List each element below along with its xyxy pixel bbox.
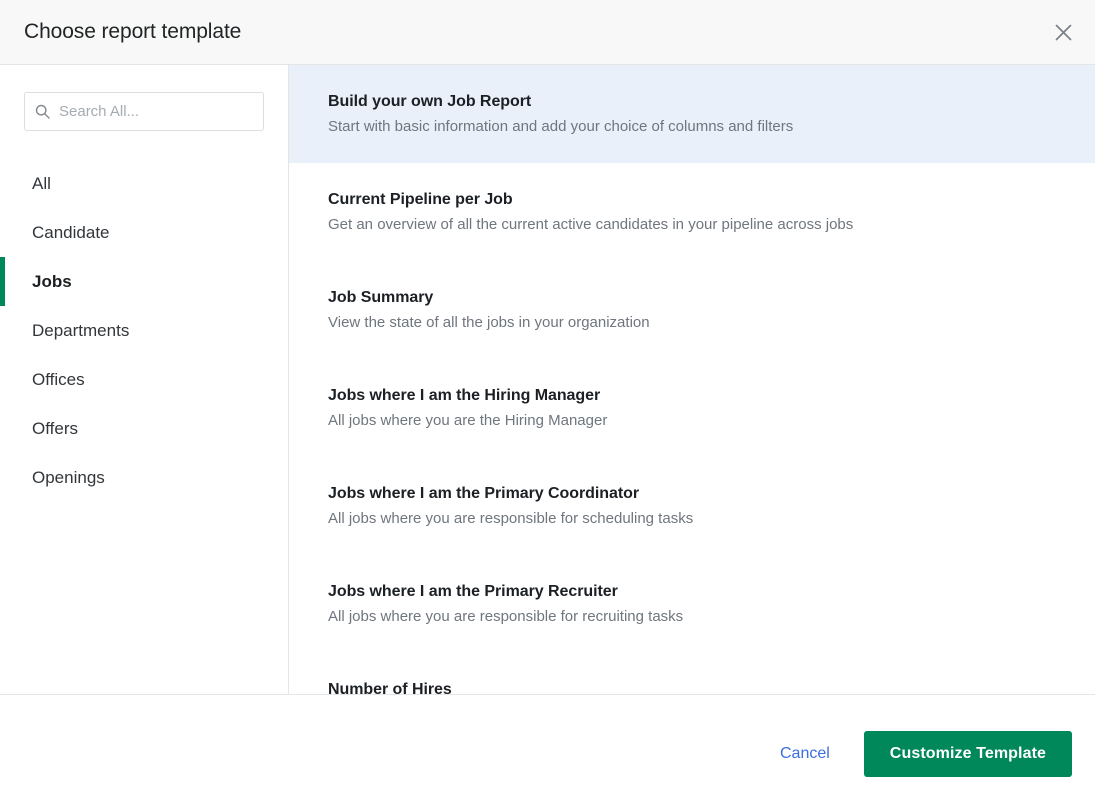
template-name: Build your own Job Report (328, 93, 532, 110)
template-description: Start with basic information and add you… (328, 118, 794, 135)
sidebar-item-label: Openings (32, 467, 105, 487)
template-name: Jobs where I am the Primary Coordinator (328, 485, 640, 502)
sidebar-item-jobs[interactable]: Jobs (0, 257, 288, 306)
cancel-button[interactable]: Cancel (766, 735, 844, 773)
template-description: Get an overview of all the current activ… (328, 216, 854, 233)
template-list-item[interactable]: Jobs where I am the Primary Coordinator … (289, 457, 1095, 555)
page-title: Choose report template (24, 20, 242, 43)
template-name: Number of Hires (328, 681, 452, 694)
search-field[interactable] (24, 92, 264, 131)
sidebar-item-label: Departments (32, 320, 130, 340)
search-icon (35, 104, 50, 119)
sidebar-item-all[interactable]: All (0, 159, 288, 208)
sidebar-item-candidate[interactable]: Candidate (0, 208, 288, 257)
dialog-header: Choose report template (0, 0, 1095, 65)
sidebar-item-offers[interactable]: Offers (0, 404, 288, 453)
sidebar-nav: All Candidate Jobs Departments Offices O… (0, 159, 288, 502)
template-list-item[interactable]: Jobs where I am the Hiring Manager All j… (289, 359, 1095, 457)
template-description: View the state of all the jobs in your o… (328, 314, 650, 331)
template-list-item[interactable]: Jobs where I am the Primary Recruiter Al… (289, 555, 1095, 653)
search-input[interactable] (59, 103, 258, 120)
template-list-item[interactable]: Current Pipeline per Job Get an overview… (289, 163, 1095, 261)
dialog-body: All Candidate Jobs Departments Offices O… (0, 65, 1095, 695)
sidebar: All Candidate Jobs Departments Offices O… (0, 65, 289, 694)
template-name: Jobs where I am the Hiring Manager (328, 387, 601, 404)
template-list-item[interactable]: Job Summary View the state of all the jo… (289, 261, 1095, 359)
template-description: All jobs where you are responsible for r… (328, 608, 684, 625)
choose-report-template-dialog: Choose report template Search All... All… (0, 0, 1095, 812)
sidebar-item-label: Offices (32, 369, 85, 389)
template-description: All jobs where you are responsible for s… (328, 510, 694, 527)
close-icon (1055, 24, 1072, 41)
close-button[interactable] (1045, 14, 1081, 50)
template-name: Job Summary (328, 289, 434, 306)
template-list-item[interactable]: Build your own Job Report Start with bas… (289, 65, 1095, 163)
template-list-item[interactable]: Number of Hires (289, 653, 1095, 694)
template-name: Jobs where I am the Primary Recruiter (328, 583, 618, 600)
sidebar-item-offices[interactable]: Offices (0, 355, 288, 404)
sidebar-item-departments[interactable]: Departments (0, 306, 288, 355)
template-list: Build your own Job Report Start with bas… (289, 65, 1095, 694)
dialog-footer: Cancel Customize Template (0, 695, 1095, 812)
sidebar-item-label: Candidate (32, 222, 110, 242)
template-description: All jobs where you are the Hiring Manage… (328, 412, 608, 429)
sidebar-item-label: Offers (32, 418, 78, 438)
sidebar-item-label: Jobs (32, 271, 72, 291)
template-name: Current Pipeline per Job (328, 191, 513, 208)
sidebar-item-openings[interactable]: Openings (0, 453, 288, 502)
sidebar-item-label: All (32, 173, 51, 193)
customize-template-button[interactable]: Customize Template (863, 730, 1072, 777)
